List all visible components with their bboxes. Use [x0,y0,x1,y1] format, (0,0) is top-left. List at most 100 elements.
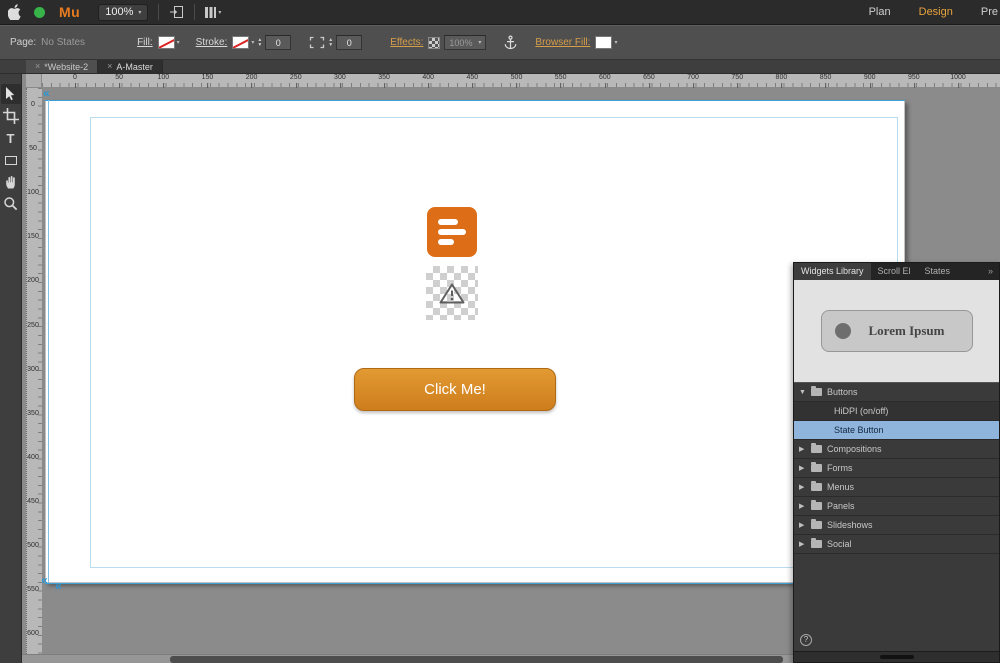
mode-design[interactable]: Design [919,6,953,18]
chevron-down-icon: ▾ [218,9,222,16]
ruler-number: 600 [27,630,39,638]
ruler-number: 100 [27,189,39,197]
guide-handle-icon[interactable]: « [55,580,62,592]
ruler-number: 250 [27,321,39,329]
folder-icon [811,443,822,453]
ruler-number: 750 [731,74,744,88]
panel-overflow-icon[interactable]: » [988,263,999,280]
text-tool[interactable]: T [1,128,21,148]
document-tab[interactable]: × *Website-2 [26,60,99,73]
tab-close-icon[interactable]: × [107,62,112,71]
layout-columns-dropdown[interactable]: ▾ [205,6,222,18]
horizontal-scrollbar[interactable] [22,654,793,663]
preview-button-label: Lorem Ipsum [868,323,945,338]
fill-swatch-dropdown[interactable]: ▾ [157,36,180,49]
effects-opacity-value: 100% [449,37,473,48]
guide-handle-icon[interactable]: « [43,88,50,99]
click-me-button[interactable]: Click Me! [354,368,556,411]
disclosure-icon[interactable]: ▶ [799,483,811,491]
fill-label[interactable]: Fill: [137,37,153,48]
panel-tab-scroll-el[interactable]: Scroll El [871,263,918,280]
warning-triangle-icon [439,283,465,303]
place-file-icon[interactable] [169,5,184,19]
corner-radius-stepper[interactable]: ▲ ▼ [328,37,333,48]
tree-row-compositions[interactable]: ▶ Compositions [794,440,999,459]
tab-close-icon[interactable]: × [35,62,40,71]
ruler-number: 350 [27,409,39,417]
tree-row-hidpi-on-off-[interactable]: HiDPI (on/off) [794,402,999,421]
ruler-number: 500 [27,542,39,549]
tree-row-slideshows[interactable]: ▶ Slideshows [794,516,999,535]
widget-preview-area: Lorem Ipsum [794,280,999,383]
guide-handle-icon[interactable]: « [41,574,48,586]
ruler-number: 500 [510,74,523,88]
disclosure-icon[interactable]: ▶ [799,464,811,472]
vertical-ruler[interactable]: 0 50 100 150 200 250 300 350 400 450 500 550 600 [26,88,42,654]
page-state-value[interactable]: No States [41,37,85,48]
corner-radius-input[interactable]: 0 [336,35,363,50]
zoom-level-value: 100% [105,6,134,18]
disclosure-icon[interactable]: ▶ [799,521,811,529]
rectangle-tool[interactable] [1,150,21,170]
fill-none-swatch [157,36,175,49]
document-tab[interactable]: × A-Master [98,60,163,73]
help-icon[interactable]: ? [800,634,812,646]
text-tool-icon: T [6,130,15,146]
panel-tabs: Widgets Library Scroll El States » [794,263,999,280]
stepper-down-icon[interactable]: ▼ [328,42,333,48]
browser-fill-white-swatch [595,36,613,49]
ruler-number: 850 [819,74,832,88]
tree-row-state-button[interactable]: State Button [794,421,999,440]
widgets-tree: ▼ Buttons HiDPI (on/off) State Button ▶ Compo… [794,383,999,554]
panel-tab-states[interactable]: States [918,263,958,280]
browser-fill-swatch-dropdown[interactable]: ▾ [595,36,617,49]
disclosure-icon[interactable]: ▶ [799,445,811,453]
document-tabs: × *Website-2 × A-Master [0,60,1000,74]
browser-fill-label[interactable]: Browser Fill: [535,37,590,48]
tree-row-panels[interactable]: ▶ Panels [794,497,999,516]
tree-row-social[interactable]: ▶ Social [794,535,999,554]
effects-opacity-dropdown[interactable]: 100% ▾ [444,35,487,50]
selection-tool[interactable] [0,84,21,104]
ruler-number: 200 [245,74,258,88]
bottom-page-guide[interactable] [45,583,905,584]
disclosure-icon[interactable]: ▶ [799,540,811,548]
effects-label[interactable]: Effects: [390,37,423,48]
top-page-guide[interactable] [45,100,905,101]
tree-row-buttons[interactable]: ▼ Buttons [794,383,999,402]
anchor-icon[interactable] [504,35,517,50]
stroke-weight-input[interactable]: 0 [265,35,292,50]
disclosure-icon[interactable]: ▼ [799,389,811,396]
scrollbar-thumb[interactable] [170,656,783,663]
corner-radius-icon [309,36,325,49]
widget-icon-bar [438,239,454,245]
left-page-guide[interactable] [48,100,49,583]
zoom-tool[interactable] [1,194,21,214]
stepper-down-icon[interactable]: ▼ [257,42,262,48]
stroke-weight-stepper[interactable]: ▲ ▼ [257,37,262,48]
tree-row-forms[interactable]: ▶ Forms [794,459,999,478]
mode-pre[interactable]: Pre [981,6,998,18]
disclosure-icon[interactable]: ▶ [799,502,811,510]
state-button-widget-icon[interactable] [427,207,477,257]
tree-label: Forms [827,463,853,473]
stroke-label[interactable]: Stroke: [196,37,228,48]
effects-icon [428,36,441,49]
hand-tool[interactable] [1,172,21,192]
ruler-number: 250 [289,74,302,88]
tree-row-menus[interactable]: ▶ Menus [794,478,999,497]
zoom-level-dropdown[interactable]: 100% ▾ [98,3,149,21]
ruler-number: 300 [27,365,39,373]
missing-image-placeholder[interactable] [426,266,478,320]
mode-plan[interactable]: Plan [869,6,891,18]
preview-dot-icon [835,323,851,339]
ruler-number: 450 [27,497,39,505]
panel-resize-strip[interactable] [794,651,999,662]
crop-tool[interactable] [1,106,21,126]
panel-tab-widgets-library[interactable]: Widgets Library [794,263,871,280]
tab-label: *Website-2 [44,61,89,72]
horizontal-ruler[interactable]: 0 50 100 150 200 250 300 350 400 450 500 550 600 650 7… [42,73,1000,88]
apple-menu-icon[interactable] [8,4,22,20]
stroke-swatch-dropdown[interactable]: ▾ [232,36,254,49]
widget-preview-button[interactable]: Lorem Ipsum [821,310,973,352]
